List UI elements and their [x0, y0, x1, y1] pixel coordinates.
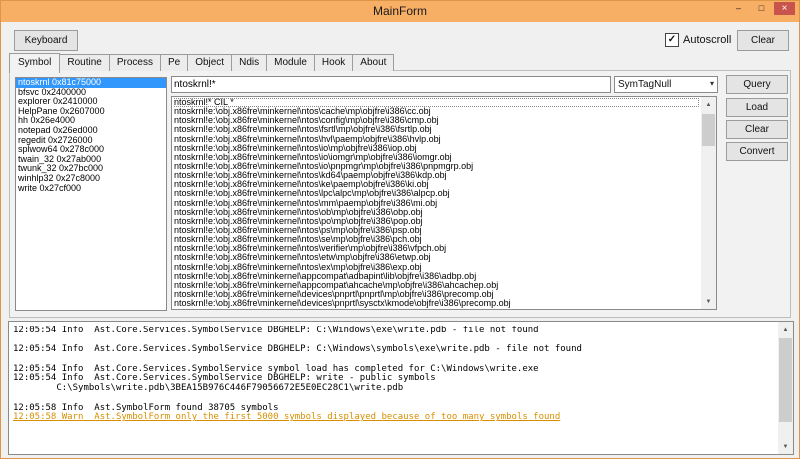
- check-icon: ✓: [667, 34, 677, 45]
- tab[interactable]: Object: [187, 54, 233, 71]
- checkbox-box: ✓: [665, 33, 679, 47]
- module-list-item[interactable]: write 0x27cf000: [16, 183, 166, 194]
- tab[interactable]: Module: [266, 54, 315, 71]
- chevron-down-icon: ▾: [709, 79, 714, 88]
- close-icon: ×: [781, 2, 788, 14]
- log-line: 12:05:54 Info Ast.Core.Services.SymbolSe…: [13, 326, 539, 335]
- clear-button[interactable]: Clear: [726, 120, 788, 139]
- symbol-result-item[interactable]: ntoskrnl!e:\obj.x86fre\minkernel\devices…: [174, 298, 699, 308]
- maximize-icon: □: [758, 3, 765, 13]
- tab[interactable]: Ndis: [231, 54, 268, 71]
- log-line: 12:05:58 Warn Ast.SymbolForm only the fi…: [13, 412, 561, 423]
- symbol-tab-panel: ntoskrnl 0x81c75000 bfsvc 0x2400000 explor…: [9, 70, 791, 318]
- results-scrollbar-thumb[interactable]: [702, 114, 715, 146]
- log-scrollbar-thumb[interactable]: [779, 338, 792, 422]
- tab[interactable]: Process: [108, 54, 161, 71]
- window-title: MainForm: [372, 4, 427, 18]
- titlebar[interactable]: MainForm – □ ×: [1, 1, 799, 22]
- autoscroll-label: Autoscroll: [683, 34, 732, 46]
- tab[interactable]: Pe: [159, 54, 189, 71]
- close-button[interactable]: ×: [774, 2, 795, 15]
- scroll-down-icon[interactable]: ▼: [701, 294, 716, 309]
- symbol-results-rows: ntoskrnl!* CIL * ntoskrnl!e:\obj.x86fre\m…: [174, 98, 699, 308]
- symbol-results-list[interactable]: ntoskrnl!* CIL * ntoskrnl!e:\obj.x86fre\m…: [171, 96, 717, 310]
- load-button[interactable]: Load: [726, 98, 788, 117]
- scroll-up-icon[interactable]: ▲: [778, 322, 793, 337]
- caption-buttons: – □ ×: [728, 2, 795, 15]
- tab[interactable]: About: [352, 54, 395, 71]
- minimize-button[interactable]: –: [728, 2, 749, 15]
- log-line: 12:05:54 Info Ast.Core.Services.SymbolSe…: [13, 344, 582, 355]
- minimize-icon: –: [735, 3, 741, 13]
- tab[interactable]: Hook: [313, 54, 354, 71]
- tab[interactable]: Symbol: [9, 53, 61, 73]
- convert-button[interactable]: Convert: [726, 142, 788, 161]
- query-button[interactable]: Query: [726, 75, 788, 94]
- scroll-down-icon[interactable]: ▼: [778, 439, 793, 454]
- results-scrollbar[interactable]: ▲ ▼: [701, 97, 716, 309]
- log-output[interactable]: 12:05:54 Info Ast.Core.Services.SymbolSe…: [8, 321, 794, 455]
- symtag-combo-value: SymTagNull: [618, 79, 672, 90]
- tab[interactable]: Routine: [59, 54, 110, 71]
- keyboard-button[interactable]: Keyboard: [14, 30, 78, 51]
- scroll-up-icon[interactable]: ▲: [701, 97, 716, 112]
- log-line: C:\Symbols\write.pdb\3BEA15B976C446F7905…: [13, 383, 404, 394]
- symtag-combo[interactable]: SymTagNull ▾: [614, 76, 718, 93]
- toolbar-clear-button[interactable]: Clear: [737, 30, 789, 51]
- module-list[interactable]: ntoskrnl 0x81c75000 bfsvc 0x2400000 explor…: [15, 77, 167, 311]
- autoscroll-checkbox[interactable]: ✓ Autoscroll: [665, 33, 731, 47]
- log-scrollbar[interactable]: ▲ ▼: [778, 322, 793, 454]
- tab-strip: Symbol Routine Process Pe Object Ndis Module Ho…: [9, 53, 395, 73]
- maximize-button[interactable]: □: [751, 2, 772, 15]
- mainform-window: MainForm – □ × Keyboard ✓ Autoscroll Cle…: [0, 0, 800, 459]
- symbol-filter-input[interactable]: [171, 76, 611, 93]
- log-lines: 12:05:54 Info Ast.Core.Services.SymbolSe…: [13, 326, 775, 452]
